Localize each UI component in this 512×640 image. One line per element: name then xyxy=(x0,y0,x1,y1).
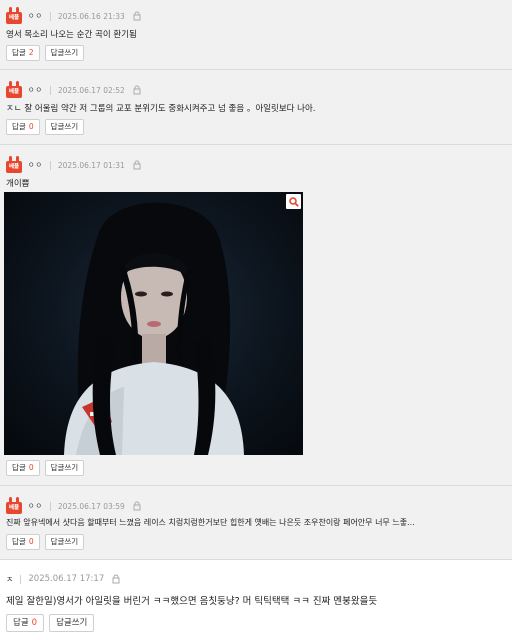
comment-actions: 답글 0 답글쓰기 xyxy=(6,119,85,135)
reply-count: 2 xyxy=(28,48,34,57)
write-reply-button[interactable]: 답글쓰기 xyxy=(44,45,85,61)
lock-icon xyxy=(133,85,141,95)
best-badge: 베플 xyxy=(6,497,22,514)
reply-label: 답글 xyxy=(12,48,26,57)
comment-photo[interactable] xyxy=(4,192,303,455)
write-reply-button[interactable]: 답글쓰기 xyxy=(49,614,95,632)
reply-count: 0 xyxy=(28,122,34,131)
reply-button[interactable]: 답글 0 xyxy=(6,534,40,550)
comment-date: 2025.06.17 02:52 xyxy=(57,85,125,95)
photo-zoom-button[interactable] xyxy=(286,194,301,209)
write-reply-button[interactable]: 답글쓰기 xyxy=(44,534,85,550)
write-reply-button[interactable]: 답글쓰기 xyxy=(44,460,85,476)
reply-button[interactable]: 답글 2 xyxy=(6,45,40,61)
comment-text: 영서 목소리 나오는 순간 곡이 환기됨 xyxy=(6,30,137,40)
reply-label: 답글 xyxy=(12,122,26,131)
lock-icon xyxy=(112,574,120,584)
comment-meta: ㅈ 2025.06.17 17:17 xyxy=(6,571,120,587)
lock-icon xyxy=(133,11,141,21)
divider xyxy=(49,501,51,511)
write-reply-button[interactable]: 답글쓰기 xyxy=(44,119,85,135)
comment-date: 2025.06.17 03:59 xyxy=(57,501,125,511)
comment-date: 2025.06.16 21:33 xyxy=(57,11,125,21)
best-badge: 베플 xyxy=(6,156,22,173)
divider xyxy=(49,85,51,95)
comment-nickname[interactable]: ㅇㅇ xyxy=(28,501,43,511)
reply-button[interactable]: 답글 0 xyxy=(6,614,45,632)
comment-nickname[interactable]: ㅇㅇ xyxy=(28,85,43,95)
reply-button[interactable]: 답글 0 xyxy=(6,119,40,135)
comment-text: 개이쁨 xyxy=(6,179,30,189)
lock-icon xyxy=(133,160,141,170)
reply-button[interactable]: 답글 0 xyxy=(6,460,40,476)
comment-meta: 베플 ㅇㅇ 2025.06.17 02:52 xyxy=(6,81,141,98)
comment-text: 진짜 앞유넥에서 샷다음 할때부터 느꼈음 레이스 치렁치렁한거보단 힙한게 옛… xyxy=(6,518,415,527)
comment-actions: 답글 0 답글쓰기 xyxy=(6,460,85,476)
reply-label: 답글 xyxy=(13,618,29,628)
comment-item: ㅈ 2025.06.17 17:17 제일 잘한일)영서가 아일릿을 버린거 ㅋ… xyxy=(0,560,512,640)
comment-actions: 답글 0 답글쓰기 xyxy=(6,534,85,550)
comment-item: 베플 ㅇㅇ 2025.06.17 03:59 진짜 앞유넥에서 샷다음 할때부터… xyxy=(0,486,512,560)
comment-item: 베플 ㅇㅇ 2025.06.16 21:33 영서 목소리 나오는 순간 곡이 … xyxy=(0,0,512,70)
divider xyxy=(49,160,51,170)
comment-text: ㅈㄴ 잘 어울림 약간 저 그룹의 교포 분위기도 중화시켜주고 넘 좋음 。아… xyxy=(6,104,316,114)
comment-date: 2025.06.17 01:31 xyxy=(57,160,125,170)
comment-nickname[interactable]: ㅇㅇ xyxy=(28,160,43,170)
lock-icon xyxy=(133,501,141,511)
comment-nickname[interactable]: ㅈ xyxy=(6,574,13,585)
comment-meta: 베플 ㅇㅇ 2025.06.16 21:33 xyxy=(6,7,141,24)
reply-count: 0 xyxy=(28,463,34,472)
reply-count: 0 xyxy=(28,537,34,546)
comment-item: 베플 ㅇㅇ 2025.06.17 02:52 ㅈㄴ 잘 어울림 약간 저 그룹의… xyxy=(0,70,512,145)
reply-label: 답글 xyxy=(12,463,26,472)
divider xyxy=(20,574,22,584)
comment-meta: 베플 ㅇㅇ 2025.06.17 03:59 xyxy=(6,497,141,514)
divider xyxy=(49,11,51,21)
magnifier-icon xyxy=(288,196,299,207)
photo-portrait-illustration xyxy=(64,202,244,455)
comment-actions: 답글 0 답글쓰기 xyxy=(6,614,95,632)
best-badge: 베플 xyxy=(6,7,22,24)
reply-label: 답글 xyxy=(12,537,26,546)
comment-nickname[interactable]: ㅇㅇ xyxy=(28,11,43,21)
reply-count: 0 xyxy=(31,618,38,628)
best-badge: 베플 xyxy=(6,81,22,98)
comment-date: 2025.06.17 17:17 xyxy=(28,574,105,584)
comment-actions: 답글 2 답글쓰기 xyxy=(6,45,85,61)
comment-meta: 베플 ㅇㅇ 2025.06.17 01:31 xyxy=(6,156,141,173)
comment-text: 제일 잘한일)영서가 아일릿을 버린거 ㅋㅋ했으면 음칫둥냥? 머 틱틱택택 ㅋ… xyxy=(6,596,378,607)
